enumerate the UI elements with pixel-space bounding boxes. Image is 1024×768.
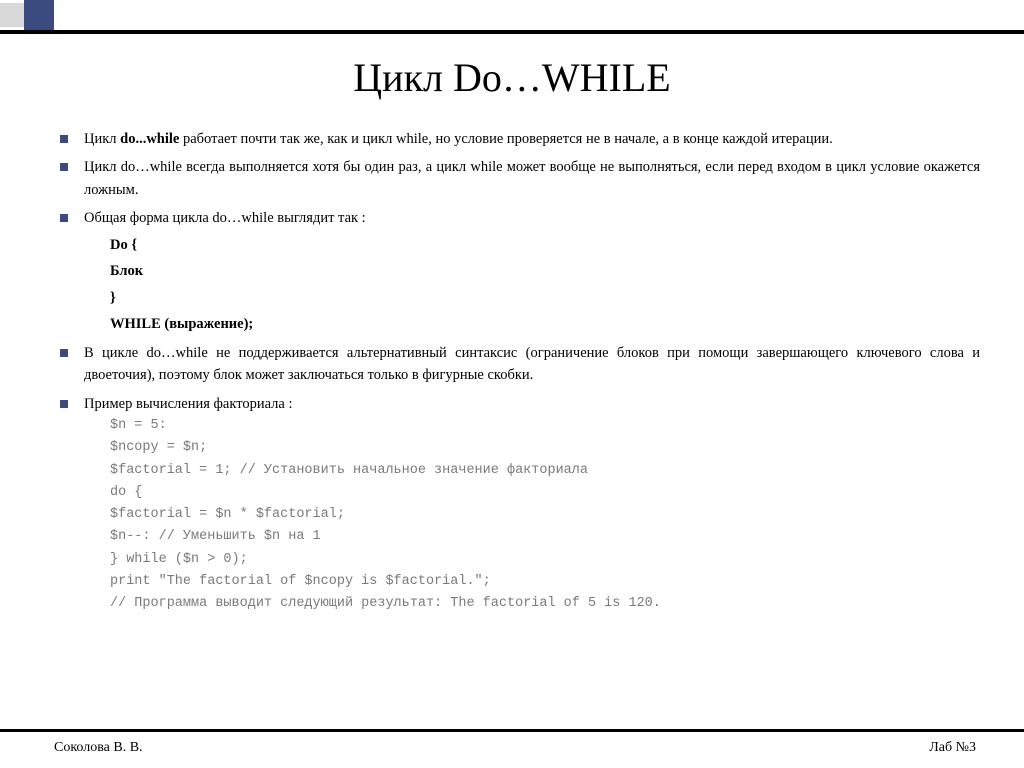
slide-title: Цикл Do…WHILE — [0, 54, 1024, 101]
text: В цикле do…while не поддерживается альте… — [84, 345, 980, 383]
code-line: // Программа выводит следующий результат… — [110, 596, 661, 611]
decor-square-big — [24, 0, 54, 30]
syntax-line: Do { — [110, 234, 980, 256]
text-bold: do...while — [120, 131, 179, 147]
slide-top-decoration — [0, 0, 1024, 44]
code-block: $n = 5: $ncopy = $n; $factorial = 1; // … — [110, 415, 980, 615]
text: Цикл — [84, 131, 120, 147]
text: Пример вычисления факториала : — [84, 396, 293, 412]
footer-line — [0, 729, 1024, 732]
list-item: Общая форма цикла do…while выглядит так … — [58, 207, 980, 335]
code-line: $ncopy = $n; — [110, 440, 207, 455]
text: Общая форма цикла do…while выглядит так … — [84, 210, 366, 226]
text: работает почти так же, как и цикл while,… — [179, 131, 832, 147]
code-line: $n = 5: — [110, 418, 167, 433]
code-line: $n--: // Уменьшить $n на 1 — [110, 529, 321, 544]
code-line: } while ($n > 0); — [110, 552, 248, 567]
list-item: Цикл do…while всегда выполняется хотя бы… — [58, 156, 980, 201]
syntax-line: } — [110, 287, 980, 309]
slide-content: Цикл do...while работает почти так же, к… — [58, 128, 980, 622]
list-item: Пример вычисления факториала : $n = 5: $… — [58, 393, 980, 616]
syntax-line: WHILE (выражение); — [110, 313, 980, 335]
syntax-block: Do { Блок } WHILE (выражение); — [110, 234, 980, 336]
footer-lab-number: Лаб №3 — [929, 740, 976, 756]
syntax-line: Блок — [110, 260, 980, 282]
code-line: print "The factorial of $ncopy is $facto… — [110, 574, 491, 589]
text: Цикл do…while всегда выполняется хотя бы… — [84, 159, 980, 197]
code-line: $factorial = $n * $factorial; — [110, 507, 345, 522]
list-item: В цикле do…while не поддерживается альте… — [58, 342, 980, 387]
decor-bar — [0, 30, 1024, 34]
decor-square-small — [0, 3, 24, 27]
code-line: $factorial = 1; // Установить начальное … — [110, 463, 588, 478]
code-line: do { — [110, 485, 142, 500]
list-item: Цикл do...while работает почти так же, к… — [58, 128, 980, 150]
footer-author: Соколова В. В. — [54, 740, 143, 756]
